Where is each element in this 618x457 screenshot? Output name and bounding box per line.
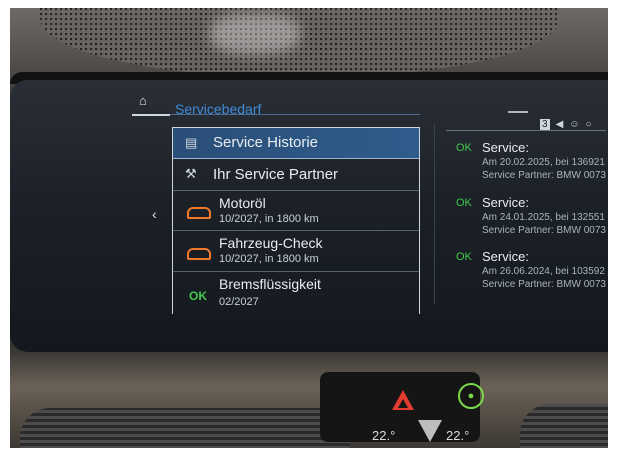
title-divider xyxy=(170,114,420,115)
entry-date: Am 26.06.2024, bei 103592 k xyxy=(482,266,606,277)
scroll-indicator xyxy=(508,111,528,113)
entry-partner: Service Partner: BMW 0073 xyxy=(482,225,606,236)
list-item-fahrzeug-check[interactable]: Fahrzeug-Check 10/2027, in 1800 km xyxy=(173,231,419,272)
ok-status: OK xyxy=(456,251,472,263)
entry-title: Service: xyxy=(482,195,529,210)
entry-title: Service: xyxy=(482,249,529,264)
car-warning-icon xyxy=(187,248,211,260)
ok-status: OK xyxy=(456,142,472,154)
service-history-label: Service Historie xyxy=(213,134,319,151)
history-entry[interactable]: OK Service: Am 24.01.2025, bei 132551 k … xyxy=(456,195,606,243)
ok-status: OK xyxy=(189,289,207,303)
bluetooth-icon: ○ xyxy=(585,119,592,130)
menu-item-service-partner[interactable]: ⚒ Ihr Service Partner xyxy=(173,159,419,191)
entry-date: Am 24.01.2025, bei 132551 k xyxy=(482,212,606,223)
history-entry[interactable]: OK Service: Am 20.02.2025, bei 136921 k … xyxy=(456,140,606,188)
lock-button-icon[interactable]: ● xyxy=(458,383,484,409)
badge-count: 3 xyxy=(540,119,550,130)
service-partner-label: Ihr Service Partner xyxy=(213,166,339,183)
user-icon: ☺ xyxy=(569,119,580,130)
service-menu: ▤ Service Historie ⚒ Ihr Service Partner… xyxy=(172,127,420,314)
volume-icon: ◀ xyxy=(555,119,564,130)
status-bar: 3 ◀ ☺ ○ xyxy=(540,119,598,130)
ok-status: OK xyxy=(456,197,472,209)
item-title: Motoröl xyxy=(219,195,266,211)
item-title: Bremsflüssigkeit xyxy=(219,276,321,292)
menu-item-service-history[interactable]: ▤ Service Historie xyxy=(173,128,419,159)
hazard-inner xyxy=(398,399,408,408)
air-vent-left xyxy=(20,408,350,448)
air-vent-right xyxy=(520,404,608,448)
history-entry[interactable]: OK Service: Am 26.06.2024, bei 103592 k … xyxy=(456,249,606,297)
temp-right: 22.° xyxy=(446,428,470,443)
entry-date: Am 20.02.2025, bei 136921 k xyxy=(482,157,606,168)
item-detail: 02/2027 xyxy=(219,296,259,308)
list-item-motoroel[interactable]: Motoröl 10/2027, in 1800 km xyxy=(173,191,419,231)
list-item-bremsfluessigkeit[interactable]: OK Bremsflüssigkeit 02/2027 xyxy=(173,272,419,314)
item-detail: 10/2027, in 1800 km xyxy=(219,253,319,265)
fan-icon[interactable] xyxy=(418,420,442,442)
temp-left: 22.° xyxy=(372,428,396,443)
entry-partner: Service Partner: BMW 0073 xyxy=(482,279,606,290)
back-chevron-icon[interactable]: ‹ xyxy=(152,206,157,222)
speaker-grille xyxy=(40,8,560,78)
item-detail: 10/2027, in 1800 km xyxy=(219,213,319,225)
history-top-divider xyxy=(446,130,606,131)
car-warning-icon xyxy=(187,207,211,219)
home-icon[interactable]: ⌂ xyxy=(139,94,147,107)
home-underline xyxy=(132,114,170,116)
item-title: Fahrzeug-Check xyxy=(219,235,323,251)
light-glare xyxy=(210,14,300,54)
service-history-icon: ▤ xyxy=(185,135,198,150)
entry-partner: Service Partner: BMW 0073 xyxy=(482,170,606,181)
panel-divider xyxy=(434,124,435,304)
entry-title: Service: xyxy=(482,140,529,155)
wrench-icon: ⚒ xyxy=(185,166,197,181)
